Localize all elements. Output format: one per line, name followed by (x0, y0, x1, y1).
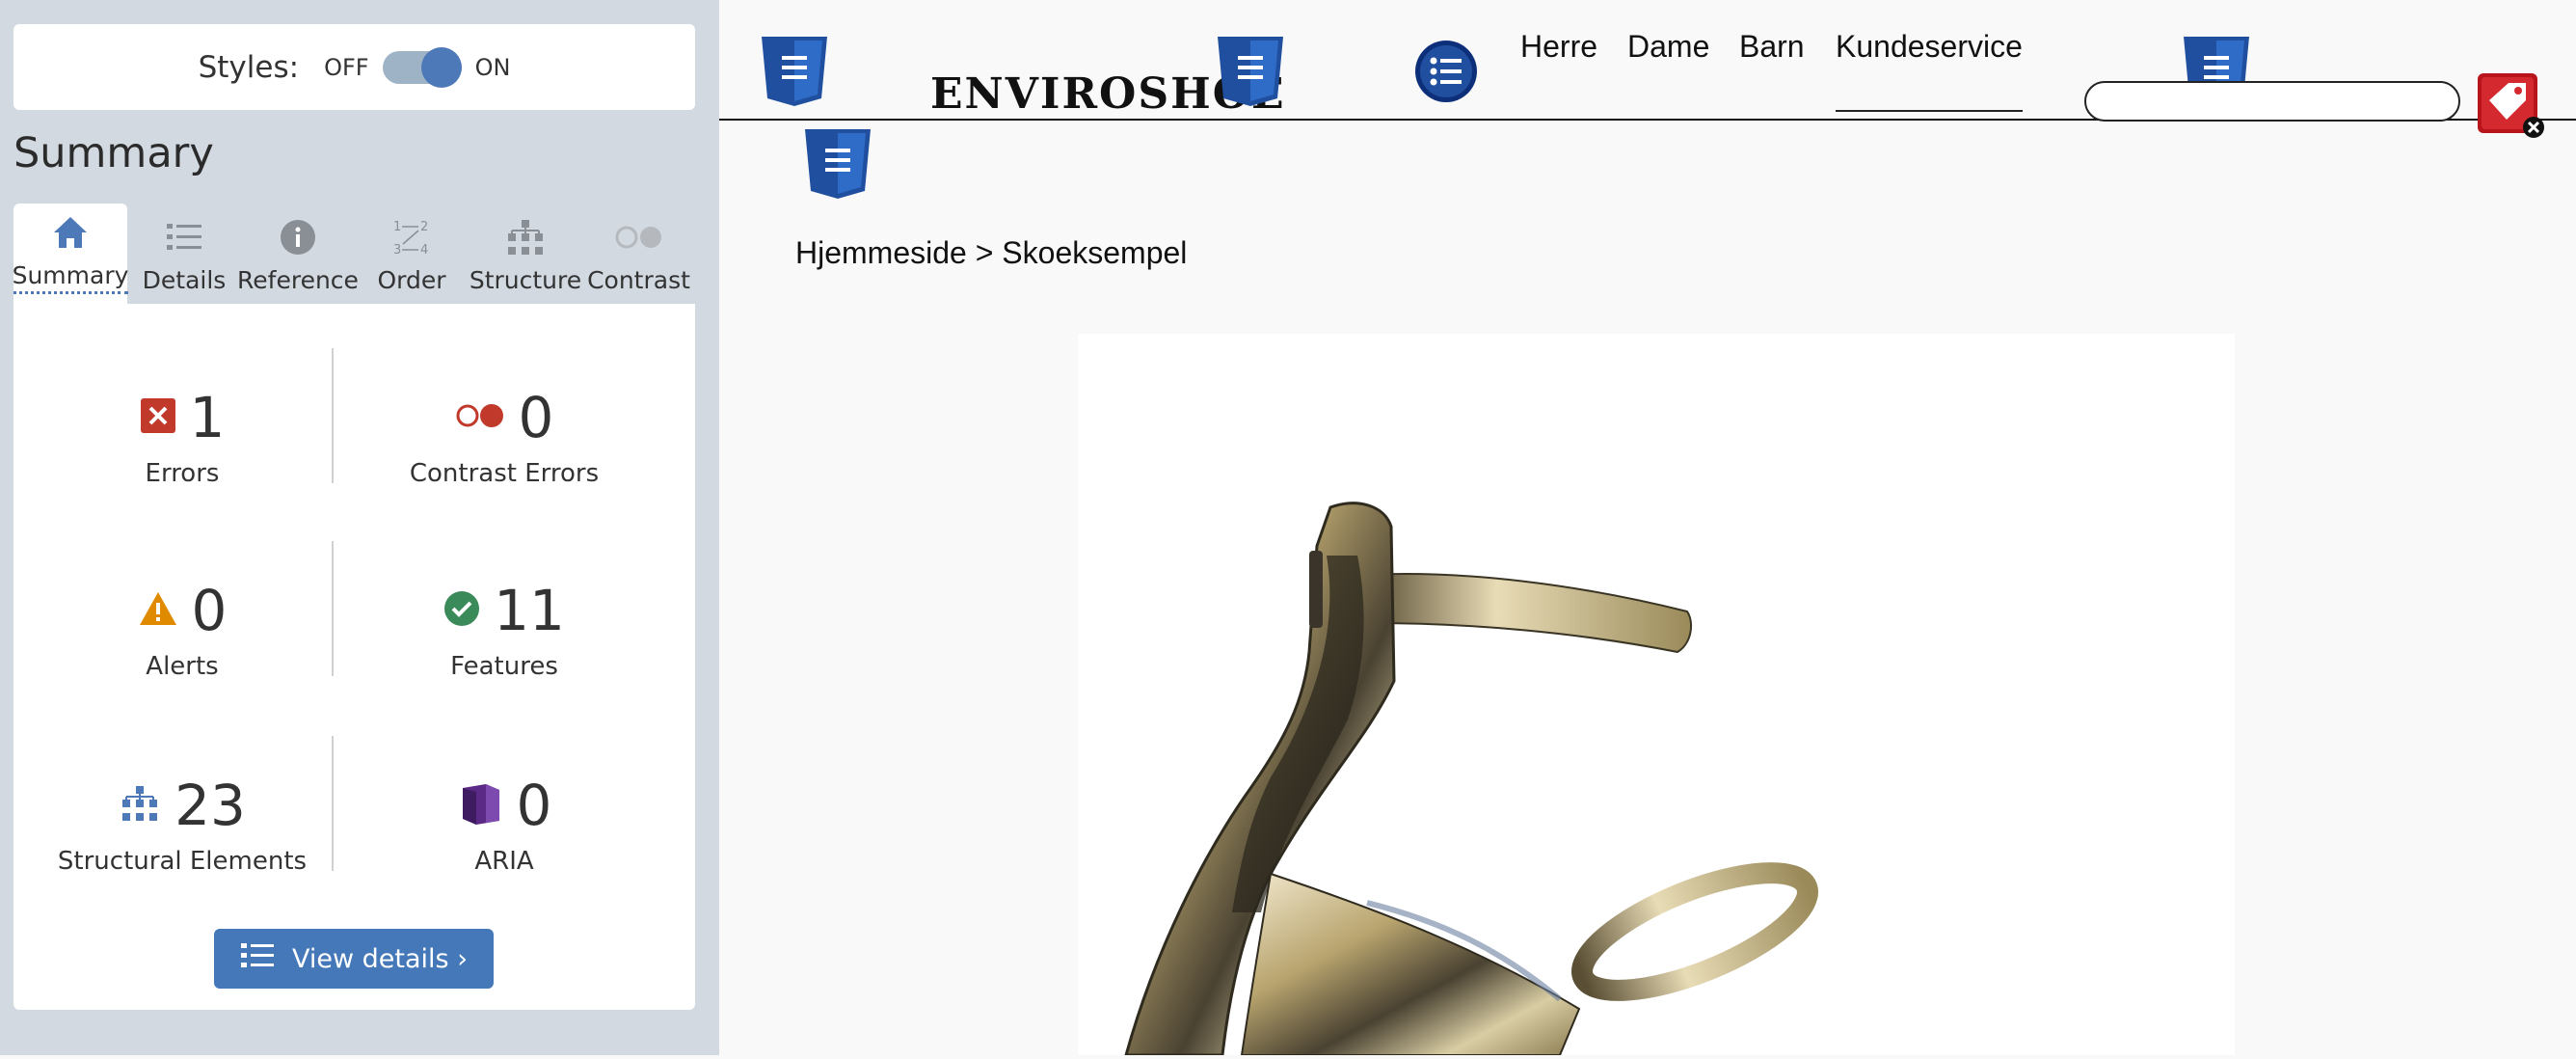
stat-structural-elements[interactable]: 23 Structural Elements (38, 777, 327, 876)
web-page: ENVIROSHOE Herre Dame Barn Kundeservice … (719, 0, 2576, 1057)
styles-toggle-bar: Styles: OFF ON (13, 24, 695, 110)
alert-icon (138, 590, 178, 631)
divider (332, 541, 334, 676)
nav-active-underline (1836, 110, 2023, 112)
styles-on-label: ON (474, 53, 511, 81)
home-icon (51, 209, 90, 256)
tab-order-label: Order (377, 266, 446, 294)
view-details-label: View details › (292, 943, 468, 974)
error-icon (140, 397, 176, 438)
tab-reference-label: Reference (237, 266, 359, 294)
stat-aria[interactable]: 0 ARIA (345, 777, 663, 876)
list-icon (240, 941, 275, 977)
structure-icon (504, 214, 547, 260)
tab-structure-label: Structure (469, 266, 582, 294)
styles-label: Styles: (198, 49, 300, 85)
contrast-error-icon (455, 401, 505, 434)
aria-count: 0 (516, 773, 552, 838)
svg-text:1: 1 (393, 220, 401, 234)
tab-details[interactable]: Details (127, 204, 241, 304)
divider (332, 736, 334, 871)
error-tag-icon[interactable] (2476, 71, 2545, 145)
stat-features[interactable]: 11 Features (345, 583, 663, 681)
tab-structure[interactable]: Structure (469, 204, 582, 304)
tab-summary[interactable]: Summary (13, 204, 129, 304)
structural-label: Structural Elements (57, 847, 308, 876)
features-count: 11 (494, 578, 565, 643)
tab-contrast[interactable]: Contrast (582, 204, 695, 304)
alerts-count: 0 (191, 578, 228, 643)
tab-reference[interactable]: Reference (237, 204, 359, 304)
css-structure-icon[interactable] (802, 127, 873, 204)
feature-check-icon (443, 590, 480, 631)
styles-toggle-switch[interactable] (382, 46, 462, 88)
wave-sidebar: Styles: OFF ON Summary Summary Details R… (0, 0, 719, 1055)
summary-heading: Summary (13, 129, 214, 177)
gold-sandal-image (1124, 502, 1818, 1057)
css-structure-icon[interactable] (759, 35, 830, 112)
errors-label: Errors (145, 459, 220, 488)
tab-order[interactable]: 1 2 3 4 Order (355, 204, 469, 304)
nav-link-dame[interactable]: Dame (1627, 29, 1709, 65)
contrast-errors-count: 0 (518, 385, 554, 450)
toggle-knob[interactable] (420, 46, 462, 88)
svg-text:3: 3 (393, 243, 401, 258)
product-image (1078, 334, 2235, 1057)
alerts-label: Alerts (146, 652, 219, 681)
svg-text:2: 2 (420, 220, 428, 234)
tab-summary-label: Summary (13, 261, 129, 294)
contrast-icon (614, 214, 664, 260)
info-icon (279, 214, 317, 260)
stat-errors[interactable]: 1 Errors (38, 390, 327, 488)
list-icon (165, 214, 203, 260)
features-label: Features (450, 652, 558, 681)
contrast-errors-label: Contrast Errors (409, 459, 600, 488)
tab-contrast-label: Contrast (587, 266, 690, 294)
view-details-button[interactable]: View details › (214, 929, 494, 989)
nav-link-herre[interactable]: Herre (1520, 29, 1597, 65)
styles-off-label: OFF (324, 53, 369, 81)
tab-details-label: Details (142, 266, 227, 294)
nav-link-kundeservice[interactable]: Kundeservice (1836, 29, 2023, 65)
structure-icon (119, 784, 161, 827)
aria-label: ARIA (474, 847, 534, 876)
unordered-list-icon[interactable] (1413, 39, 1479, 108)
order-icon: 1 2 3 4 (391, 214, 432, 260)
tab-bar: Summary Details Reference 1 2 3 4 Order Str… (13, 204, 695, 304)
divider (332, 348, 334, 483)
stat-contrast-errors[interactable]: 0 Contrast Errors (345, 390, 663, 488)
errors-count: 1 (189, 385, 226, 450)
svg-text:4: 4 (420, 243, 428, 258)
css-structure-icon[interactable] (1215, 35, 1286, 112)
breadcrumb: Hjemmeside > Skoeksempel (795, 235, 1188, 270)
stat-alerts[interactable]: 0 Alerts (38, 583, 327, 681)
search-input[interactable] (2084, 81, 2460, 122)
nav-link-barn[interactable]: Barn (1739, 29, 1805, 65)
summary-panel: Summary Details Reference 1234 Order Str… (13, 204, 695, 1010)
structural-count: 23 (174, 773, 246, 838)
aria-cube-icon (457, 780, 503, 830)
